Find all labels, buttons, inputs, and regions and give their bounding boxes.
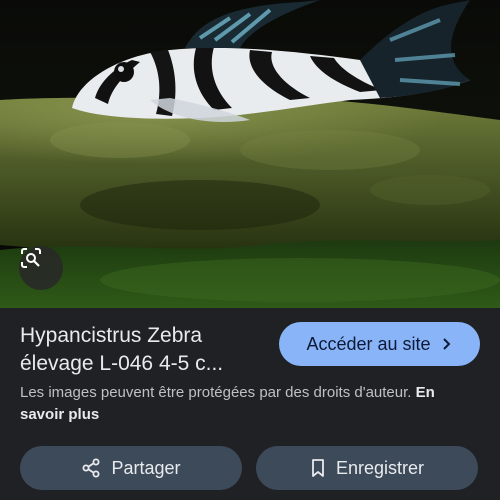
result-title-line1: Hypancistrus Zebra — [20, 324, 203, 347]
visit-site-button[interactable]: Accéder au site — [279, 322, 480, 366]
save-label: Enregistrer — [335, 457, 425, 478]
share-icon — [82, 458, 100, 478]
save-button[interactable]: Enregistrer — [256, 446, 478, 490]
share-label: Partager — [111, 457, 181, 478]
visit-site-label: Accéder au site — [306, 333, 431, 354]
result-title[interactable]: Hypancistrus Zebra élevage L-046 4-5 c..… — [20, 322, 275, 378]
copyright-text: Les images peuvent être protégées par de… — [20, 384, 416, 401]
result-image[interactable] — [0, 0, 500, 308]
copyright-notice: Les images peuvent être protégées par de… — [20, 382, 480, 426]
bookmark-icon — [312, 459, 324, 477]
share-button[interactable]: Partager — [20, 446, 242, 490]
chevron-right-icon — [442, 338, 450, 350]
lens-search-button[interactable] — [19, 246, 63, 290]
fish-photo — [0, 0, 500, 308]
lens-search-icon — [21, 248, 41, 268]
result-title-line2: élevage L-046 4-5 c... — [20, 352, 224, 375]
